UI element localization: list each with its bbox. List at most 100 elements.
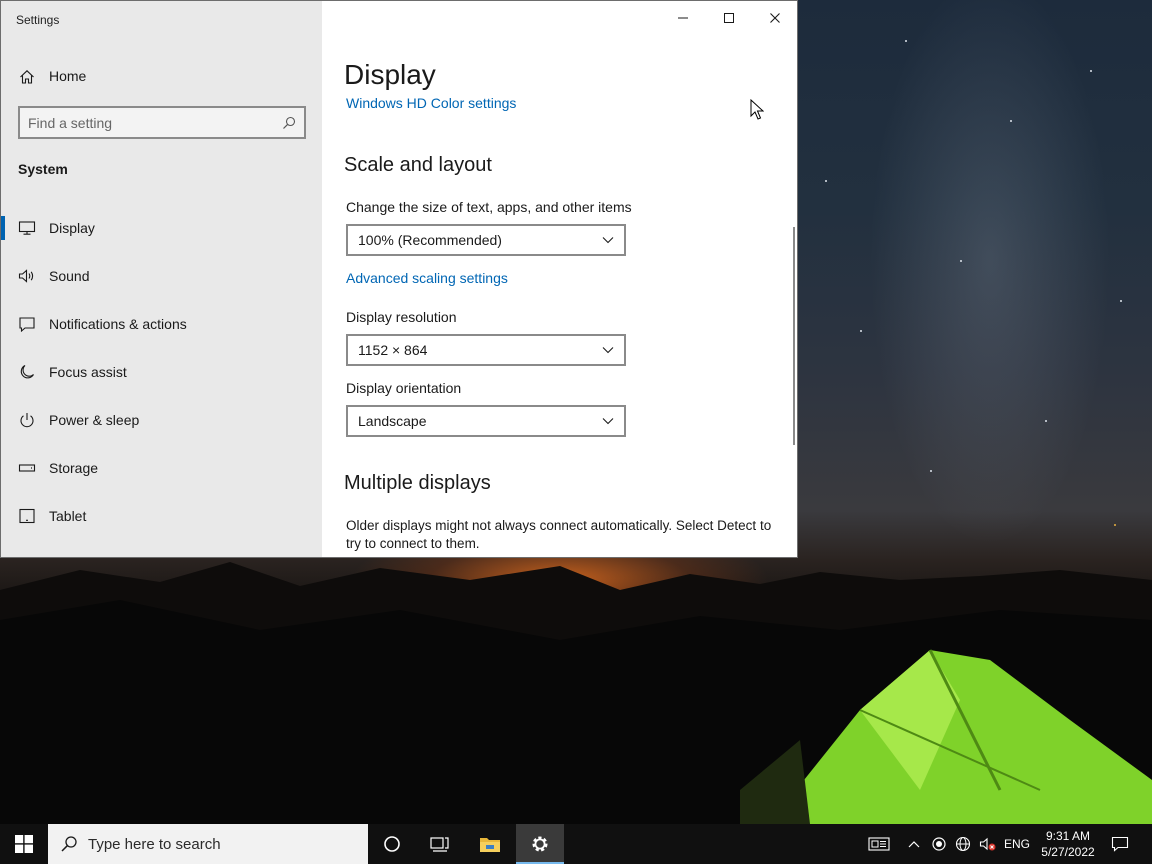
monitor-icon: [18, 221, 36, 235]
resolution-dropdown[interactable]: 1152 × 864: [346, 334, 626, 366]
page-title: Display: [344, 59, 436, 90]
star: [825, 180, 827, 182]
input-language-indicator[interactable]: ENG: [1004, 837, 1030, 851]
sidebar-item-focus-assist[interactable]: Focus assist: [1, 352, 322, 392]
task-view-icon: [430, 837, 449, 852]
star: [1114, 524, 1116, 526]
mouse-cursor-icon: [750, 99, 764, 120]
orientation-dropdown[interactable]: Landscape: [346, 405, 626, 437]
star: [930, 470, 932, 472]
speaker-icon: [18, 269, 34, 283]
sidebar-item-display[interactable]: Display: [1, 208, 322, 248]
resolution-label: Display resolution: [346, 309, 457, 325]
close-icon: [770, 13, 780, 23]
sidebar-item-label: Sound: [49, 268, 90, 284]
maximize-icon: [724, 13, 734, 23]
show-hidden-icons-button[interactable]: [904, 824, 924, 864]
clock-time: 9:31 AM: [1045, 829, 1091, 843]
sidebar-item-label: Power & sleep: [49, 412, 140, 428]
maximize-button[interactable]: [706, 1, 752, 35]
start-button[interactable]: [0, 824, 48, 864]
recording-indicator[interactable]: [928, 824, 950, 864]
sidebar-item-label: Storage: [49, 460, 99, 476]
moon-icon: [20, 365, 34, 379]
record-icon: [932, 837, 946, 851]
action-center-button[interactable]: [1104, 824, 1136, 864]
scale-value: 100% (Recommended): [358, 232, 502, 248]
selection-indicator: [1, 216, 5, 240]
minimize-icon: [678, 17, 688, 19]
settings-window: Settings Home System Display: [0, 0, 798, 558]
clock[interactable]: 9:31 AM 5/27/2022: [1036, 828, 1100, 860]
star: [1120, 300, 1122, 302]
gear-icon: [532, 836, 548, 852]
home-label: Home: [49, 68, 87, 84]
sidebar-home[interactable]: Home: [1, 61, 322, 91]
orientation-value: Landscape: [358, 413, 427, 429]
drive-icon: [18, 464, 36, 472]
sidebar-item-label: Display: [49, 220, 95, 236]
taskbar-search-box[interactable]: [48, 824, 368, 864]
star: [960, 260, 962, 262]
find-setting-search[interactable]: [18, 106, 306, 139]
task-view-button[interactable]: [416, 824, 464, 864]
notification-icon: [1111, 836, 1129, 852]
sidebar-item-label: Notifications & actions: [49, 316, 187, 332]
sidebar: Settings Home System Display: [1, 1, 322, 557]
taskbar-search-input[interactable]: [88, 834, 348, 854]
size-label: Change the size of text, apps, and other…: [346, 199, 632, 215]
sidebar-item-tablet[interactable]: Tablet: [1, 496, 322, 536]
minimize-button[interactable]: [660, 1, 706, 35]
settings-taskbar-button[interactable]: [516, 824, 564, 864]
resolution-value: 1152 × 864: [358, 342, 428, 358]
news-button[interactable]: [864, 824, 894, 864]
globe-icon: [955, 836, 971, 852]
section-title: System: [18, 161, 68, 177]
sidebar-item-storage[interactable]: Storage: [1, 448, 322, 488]
file-explorer-button[interactable]: [466, 824, 514, 864]
chevron-up-icon: [908, 841, 920, 848]
cortana-button[interactable]: [368, 824, 416, 864]
speaker-muted-icon: [979, 837, 996, 851]
scale-dropdown[interactable]: 100% (Recommended): [346, 224, 626, 256]
tablet-icon: [19, 508, 35, 524]
chevron-down-icon: [602, 347, 614, 354]
star: [1090, 70, 1092, 72]
tent-illustration: [740, 649, 1152, 824]
star: [860, 330, 862, 332]
power-icon: [20, 413, 34, 428]
app-title: Settings: [16, 13, 60, 27]
chevron-down-icon: [602, 237, 614, 244]
star: [905, 40, 907, 42]
sidebar-item-label: Tablet: [49, 508, 87, 524]
advanced-scaling-link[interactable]: Advanced scaling settings: [346, 270, 508, 286]
taskbar: ENG 9:31 AM 5/27/2022: [0, 824, 1152, 864]
sidebar-item-power-sleep[interactable]: Power & sleep: [1, 400, 322, 440]
message-icon: [19, 317, 35, 332]
search-icon: [61, 836, 77, 852]
orientation-label: Display orientation: [346, 380, 462, 396]
network-button[interactable]: [952, 824, 974, 864]
scrollbar[interactable]: [793, 227, 795, 445]
news-icon: [868, 837, 890, 851]
hd-color-settings-link[interactable]: Windows HD Color settings: [346, 95, 516, 111]
search-icon: [283, 116, 296, 129]
chevron-down-icon: [602, 418, 614, 425]
close-button[interactable]: [752, 1, 797, 35]
multiple-displays-description: Older displays might not always connect …: [346, 518, 772, 551]
sidebar-item-sound[interactable]: Sound: [1, 256, 322, 296]
windows-logo-icon: [15, 835, 33, 853]
scale-layout-heading: Scale and layout: [344, 154, 492, 176]
content-pane: Display Windows HD Color settings Scale …: [322, 1, 797, 557]
home-icon: [20, 70, 34, 84]
star: [1045, 420, 1047, 422]
volume-button[interactable]: [976, 824, 1000, 864]
folder-icon: [480, 838, 500, 852]
sidebar-item-notifications[interactable]: Notifications & actions: [1, 304, 322, 344]
cortana-icon: [384, 836, 400, 852]
star: [1010, 120, 1012, 122]
milky-way: [820, 0, 1150, 560]
sidebar-item-label: Focus assist: [49, 364, 127, 380]
multiple-displays-heading: Multiple displays: [344, 472, 491, 494]
find-setting-input[interactable]: [28, 113, 268, 133]
